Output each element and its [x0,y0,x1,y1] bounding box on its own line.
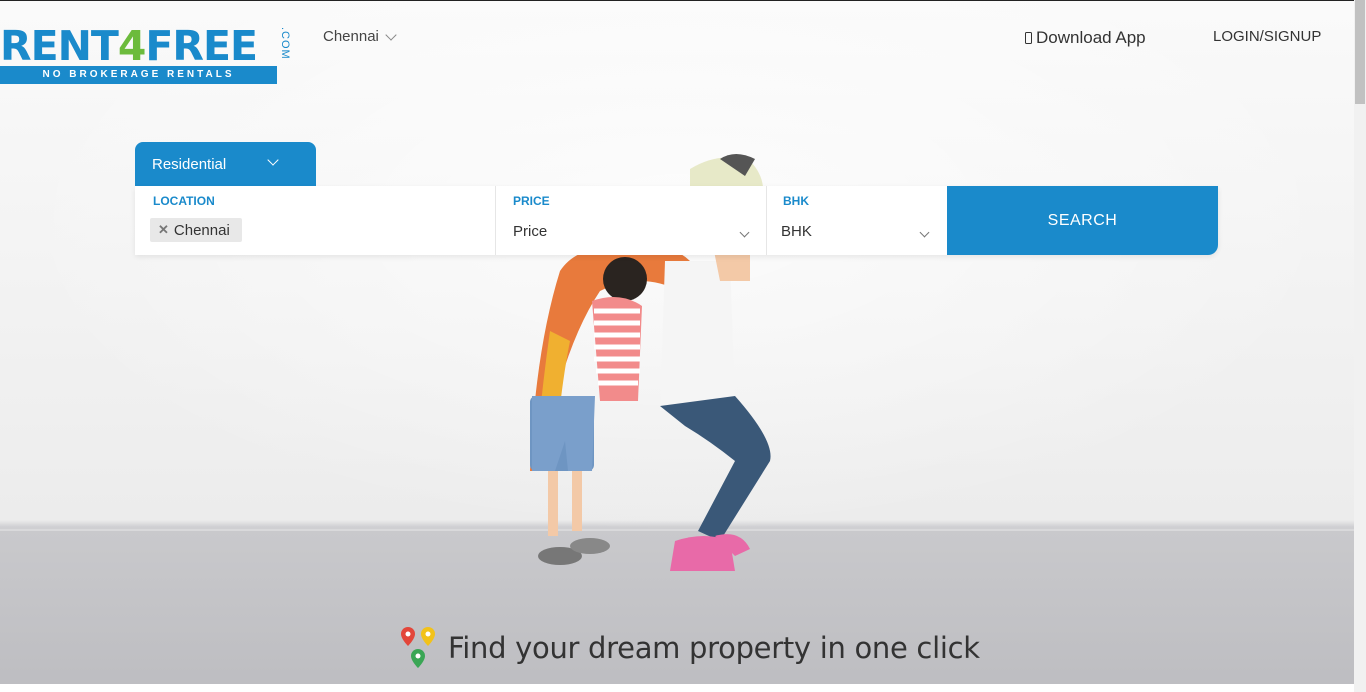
login-signup-link[interactable]: LOGIN/SIGNUP [1213,28,1321,45]
bhk-select[interactable]: BHK BHK [767,186,947,255]
location-chip-label: Chennai [173,221,230,239]
chevron-down-icon [267,154,279,166]
chevron-down-icon [385,28,397,41]
location-label: LOCATION [153,194,215,208]
download-app-link[interactable]: Download App [1025,28,1146,48]
logo-tagline: NO BROKERAGE RENTALS [0,66,277,84]
download-app-label: Download App [1036,28,1146,47]
city-selector-label: Chennai [323,28,379,45]
tagline-text: Find your dream property in one click [448,631,980,665]
close-icon[interactable]: ✕ [158,222,169,238]
chevron-down-icon [919,227,930,238]
logo-com: .COM [279,27,291,60]
city-selector[interactable]: Chennai [323,28,397,45]
search-button[interactable]: SEARCH [947,186,1218,255]
chevron-down-icon [739,227,750,238]
phone-icon [1025,32,1032,44]
property-type-dropdown[interactable]: Residential [135,142,316,186]
price-value: Price [513,223,548,240]
scrollbar-thumb[interactable] [1355,0,1365,104]
property-type-label: Residential [152,155,227,173]
site-logo[interactable]: RENT4FREE .COM NO BROKERAGE RENTALS [0,25,292,85]
search-panel: LOCATION ✕ Chennai PRICE Price BHK BHK S… [135,186,1218,255]
bhk-label: BHK [783,194,809,208]
logo-wordmark: RENT4FREE [0,22,258,70]
map-pin-icon [401,627,435,668]
tagline: Find your dream property in one click [398,625,980,671]
location-chip[interactable]: ✕ Chennai [150,218,242,242]
bhk-value: BHK [781,223,812,240]
price-select[interactable]: PRICE Price [496,186,767,255]
location-field[interactable]: LOCATION ✕ Chennai [135,186,496,255]
hero-background: RENT4FREE .COM NO BROKERAGE RENTALS Chen… [0,0,1354,684]
price-label: PRICE [513,194,550,208]
